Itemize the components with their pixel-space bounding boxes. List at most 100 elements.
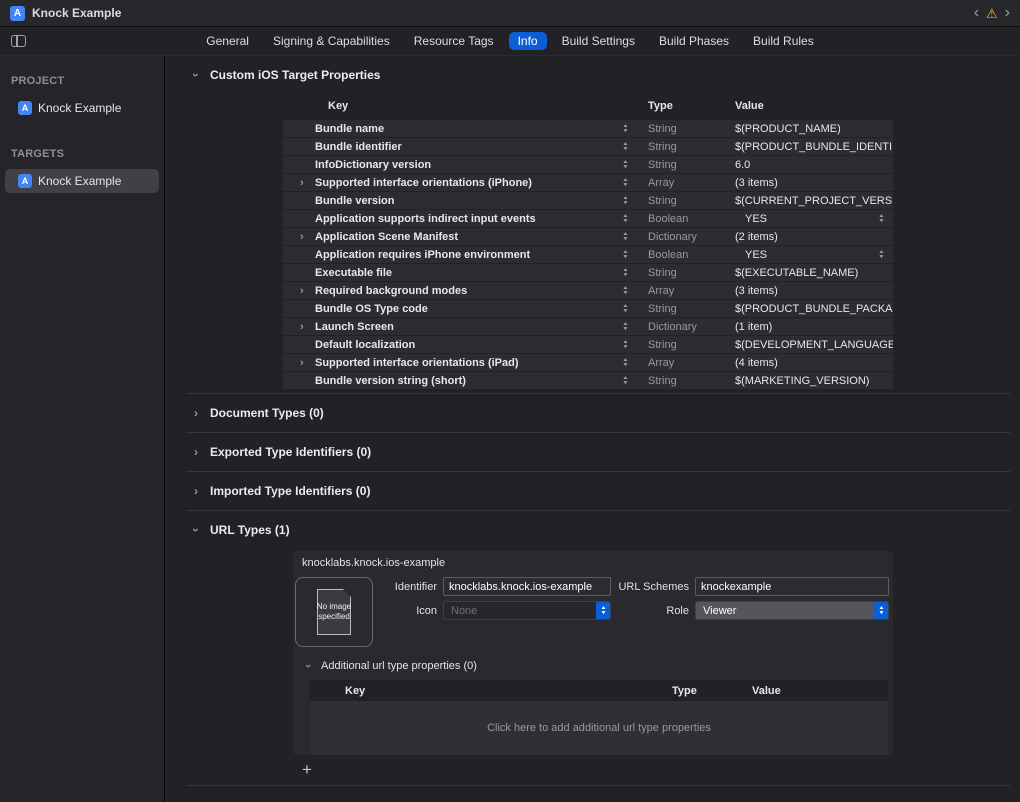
section-imported-type-identifiers[interactable]: › Imported Type Identifiers (0)	[186, 471, 1010, 510]
key-stepper-icon[interactable]: ▲▼	[623, 214, 628, 223]
property-row[interactable]: Application supports indirect input even…	[283, 210, 893, 227]
property-row[interactable]: Bundle identifier▲▼String$(PRODUCT_BUNDL…	[283, 138, 893, 155]
property-row[interactable]: ›Supported interface orientations (iPhon…	[283, 174, 893, 191]
property-row[interactable]: ›Supported interface orientations (iPad)…	[283, 354, 893, 371]
disclosure-triangle-icon[interactable]: ›	[300, 231, 315, 243]
tab-general[interactable]: General	[197, 32, 258, 50]
property-row[interactable]: Bundle version string (short)▲▼String$(M…	[283, 372, 893, 389]
additional-properties-header[interactable]: › Additional url type properties (0)	[303, 659, 893, 673]
url-schemes-input[interactable]	[695, 577, 889, 596]
role-popup-value: Viewer	[703, 605, 736, 617]
section-url-types[interactable]: › URL Types (1)	[186, 510, 1010, 549]
key-stepper-icon[interactable]: ▲▼	[623, 124, 628, 133]
sidebar-item-project[interactable]: A Knock Example	[5, 96, 159, 120]
key-stepper-icon[interactable]: ▲▼	[623, 160, 628, 169]
role-label: Role	[615, 605, 691, 617]
tab-build-phases[interactable]: Build Phases	[650, 32, 738, 50]
identifier-label: Identifier	[381, 581, 439, 593]
role-popup[interactable]: Viewer ▲▼	[695, 601, 889, 620]
property-key-label: Default localization	[315, 339, 415, 351]
property-type-label: Array	[635, 177, 722, 189]
back-chevron-icon[interactable]: ‹	[974, 5, 979, 21]
property-row[interactable]: Application requires iPhone environment ▲…	[283, 246, 893, 263]
key-stepper-icon[interactable]: ▲▼	[623, 304, 628, 313]
tab-info[interactable]: Info	[509, 32, 547, 50]
additional-properties-table: Key Type Value Click here to add additio…	[310, 680, 888, 755]
column-header-type: Type	[672, 685, 752, 697]
disclosure-triangle-icon[interactable]: ›	[300, 321, 315, 333]
column-header-key: Key	[283, 100, 635, 112]
section-document-types[interactable]: › Document Types (0)	[186, 393, 1010, 432]
icon-popup[interactable]: None ▲▼	[443, 601, 611, 620]
property-row[interactable]: Bundle OS Type code▲▼String$(PRODUCT_BUN…	[283, 300, 893, 317]
add-url-type-button[interactable]: +	[299, 761, 315, 779]
property-value-label: $(PRODUCT_BUNDLE_PACKAGE_TYPE)	[735, 303, 893, 315]
property-row[interactable]: Bundle name▲▼String$(PRODUCT_NAME)	[283, 120, 893, 137]
disclosure-triangle-icon[interactable]: ›	[300, 177, 315, 189]
disclosure-triangle-icon[interactable]: ›	[300, 357, 315, 369]
key-stepper-icon[interactable]: ▲▼	[623, 178, 628, 187]
additional-properties-table-header: Key Type Value	[310, 680, 888, 701]
section-title: Imported Type Identifiers (0)	[210, 484, 370, 498]
tab-build-rules[interactable]: Build Rules	[744, 32, 823, 50]
warning-icon[interactable]: ⚠	[986, 7, 998, 20]
property-type-label: String	[635, 195, 722, 207]
tab-resource-tags[interactable]: Resource Tags	[405, 32, 503, 50]
key-stepper-icon[interactable]: ▲▼	[623, 358, 628, 367]
property-row[interactable]: Bundle version▲▼String$(CURRENT_PROJECT_…	[283, 192, 893, 209]
app-icon: A	[10, 6, 25, 21]
tab-signing-capabilities[interactable]: Signing & Capabilities	[264, 32, 399, 50]
key-stepper-icon[interactable]: ▲▼	[623, 286, 628, 295]
section-title: Custom iOS Target Properties	[210, 68, 380, 82]
value-popup-stepper-icon[interactable]: ▲▼	[879, 250, 884, 259]
property-value-label: YES	[735, 249, 767, 261]
property-key-label: Bundle identifier	[315, 141, 402, 153]
chevron-down-icon: ›	[189, 525, 203, 535]
property-key-label: Launch Screen	[315, 321, 394, 333]
property-value-label: (1 item)	[735, 321, 772, 333]
forward-chevron-icon[interactable]: ›	[1005, 5, 1010, 21]
property-type-label: String	[635, 339, 722, 351]
key-stepper-icon[interactable]: ▲▼	[623, 340, 628, 349]
sidebar-toggle-icon[interactable]	[11, 35, 26, 47]
key-stepper-icon[interactable]: ▲▼	[623, 322, 628, 331]
property-row[interactable]: ›Required background modes▲▼Array(3 item…	[283, 282, 893, 299]
key-stepper-icon[interactable]: ▲▼	[623, 250, 628, 259]
project-navigator: PROJECT A Knock Example TARGETS A Knock …	[0, 56, 165, 802]
key-stepper-icon[interactable]: ▲▼	[623, 232, 628, 241]
section-exported-type-identifiers[interactable]: › Exported Type Identifiers (0)	[186, 432, 1010, 471]
key-stepper-icon[interactable]: ▲▼	[623, 376, 628, 385]
popup-stepper-icon: ▲▼	[596, 602, 610, 619]
sidebar-item-target[interactable]: A Knock Example	[5, 169, 159, 193]
property-key-label: InfoDictionary version	[315, 159, 431, 171]
key-stepper-icon[interactable]: ▲▼	[623, 142, 628, 151]
url-type-image-well[interactable]: No image specified	[295, 577, 373, 647]
property-key-label: Application requires iPhone environment	[315, 249, 530, 261]
additional-properties-title: Additional url type properties (0)	[321, 660, 477, 672]
editor-content: › Custom iOS Target Properties Key Type …	[166, 56, 1020, 802]
key-stepper-icon[interactable]: ▲▼	[623, 268, 628, 277]
property-value-label: (4 items)	[735, 357, 778, 369]
column-header-key: Key	[345, 685, 672, 697]
property-row[interactable]: ›Launch Screen▲▼Dictionary(1 item)	[283, 318, 893, 335]
section-title: URL Types (1)	[210, 523, 290, 537]
property-type-label: Dictionary	[635, 231, 722, 243]
properties-table-header: Key Type Value	[283, 98, 893, 114]
url-type-form: No image specified Identifier URL Scheme…	[293, 577, 893, 647]
property-type-label: String	[635, 123, 722, 135]
add-additional-property-link[interactable]: Click here to add additional url type pr…	[310, 701, 888, 755]
disclosure-triangle-icon[interactable]: ›	[300, 285, 315, 297]
property-row[interactable]: Default localization▲▼String$(DEVELOPMEN…	[283, 336, 893, 353]
column-header-value: Value	[722, 100, 893, 112]
identifier-input[interactable]	[443, 577, 611, 596]
property-row[interactable]: ›Application Scene Manifest▲▼Dictionary(…	[283, 228, 893, 245]
key-stepper-icon[interactable]: ▲▼	[623, 196, 628, 205]
target-icon: A	[18, 174, 32, 188]
section-custom-ios-target-properties[interactable]: › Custom iOS Target Properties	[186, 67, 1010, 83]
value-popup-stepper-icon[interactable]: ▲▼	[879, 214, 884, 223]
property-row[interactable]: InfoDictionary version▲▼String6.0	[283, 156, 893, 173]
tab-build-settings[interactable]: Build Settings	[553, 32, 644, 50]
property-key-label: Bundle name	[315, 123, 384, 135]
chevron-right-icon: ›	[191, 445, 201, 459]
property-row[interactable]: Executable file▲▼String$(EXECUTABLE_NAME…	[283, 264, 893, 281]
